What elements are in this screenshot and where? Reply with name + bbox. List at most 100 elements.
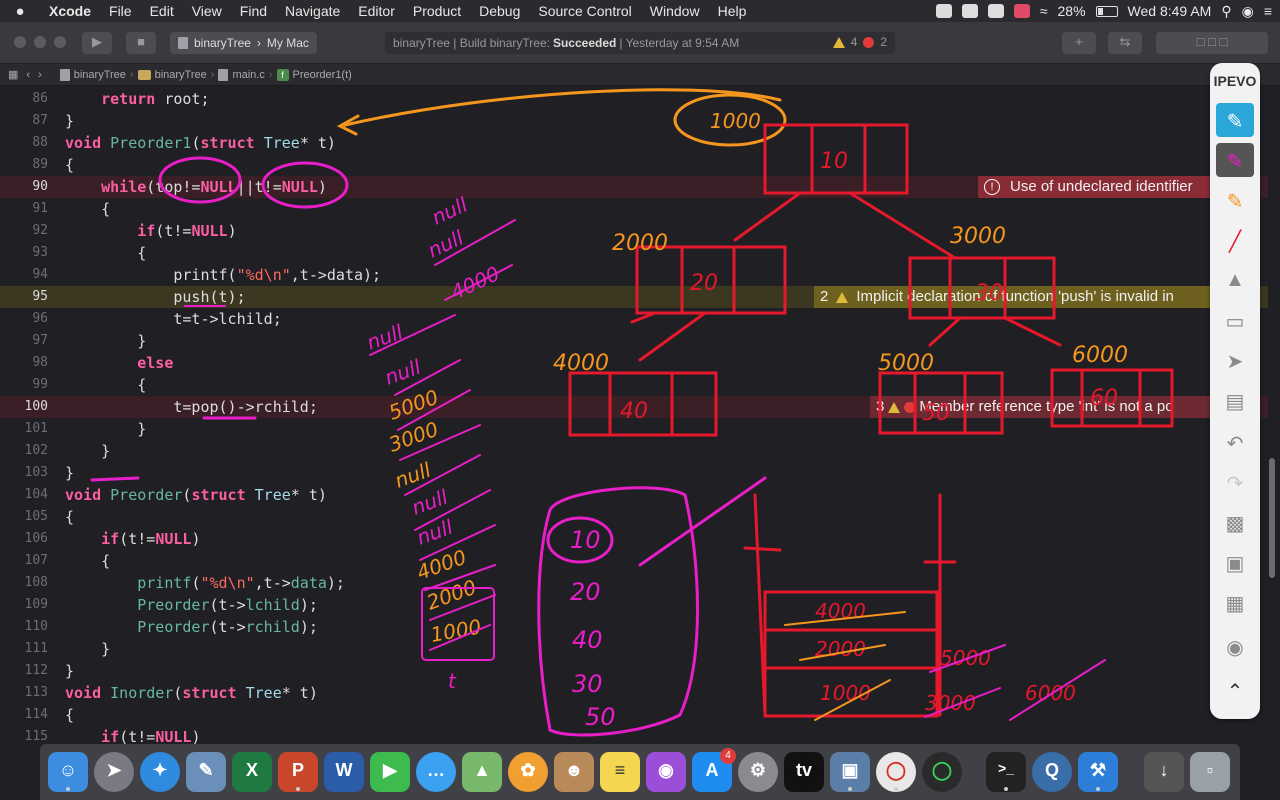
menu-find[interactable]: Find bbox=[231, 3, 276, 19]
dock-xcode[interactable]: ⚒ bbox=[1078, 752, 1118, 792]
code-line[interactable]: 91 { bbox=[0, 198, 1270, 220]
code-line[interactable]: 99 { bbox=[0, 374, 1270, 396]
dock-chrome[interactable]: ◯ bbox=[876, 752, 916, 792]
apple-menu-icon[interactable]: ● bbox=[0, 3, 40, 20]
highlighter-tool[interactable]: ✎ bbox=[1216, 183, 1254, 217]
source-editor[interactable]: 86 return root; 87} 88 void Preorder1(str… bbox=[0, 88, 1270, 744]
stamp-tool[interactable]: ▲ bbox=[1216, 263, 1254, 297]
editor-scrollbar[interactable] bbox=[1268, 88, 1276, 744]
menu-app-name[interactable]: Xcode bbox=[40, 3, 100, 19]
capture-button[interactable]: ▣ bbox=[1216, 545, 1254, 579]
dock-powerpoint[interactable]: P bbox=[278, 752, 318, 792]
dock-messages[interactable]: … bbox=[416, 752, 456, 792]
run-button[interactable]: ▶ bbox=[82, 32, 112, 54]
code-line[interactable]: 93 { bbox=[0, 242, 1270, 264]
wifi-icon[interactable]: ≈ bbox=[1040, 3, 1048, 19]
warning-icon[interactable] bbox=[832, 36, 845, 48]
dock-downloads[interactable]: ↓ bbox=[1144, 752, 1184, 792]
library-button[interactable]: + bbox=[1062, 32, 1096, 54]
siri-icon[interactable]: ◉ bbox=[1242, 3, 1254, 20]
region-button[interactable]: ▦ bbox=[1216, 585, 1254, 619]
code-line-warning[interactable]: 95 push(t); 2 Implicit declaration of fun… bbox=[0, 286, 1270, 308]
dock-photos[interactable]: ✿ bbox=[508, 752, 548, 792]
error-icon[interactable] bbox=[863, 36, 875, 48]
error-annotation[interactable]: ! Use of undeclared identifier bbox=[978, 176, 1210, 198]
code-line[interactable]: 111 } bbox=[0, 638, 1270, 660]
dock-activity[interactable]: ◯ bbox=[922, 752, 962, 792]
scrollbar-thumb[interactable] bbox=[1269, 458, 1275, 578]
code-line[interactable]: 104 void Preorder(struct Tree* t) bbox=[0, 484, 1270, 506]
warning-count[interactable]: 4 bbox=[851, 35, 858, 49]
breadcrumb-function[interactable]: f Preorder1(t) bbox=[273, 68, 356, 81]
dock-notes[interactable]: ≡ bbox=[600, 752, 640, 792]
dock-word[interactable]: W bbox=[324, 752, 364, 792]
scheme-selector[interactable]: binaryTree › My Mac bbox=[170, 32, 317, 54]
menu-help[interactable]: Help bbox=[709, 3, 756, 19]
collapse-button[interactable]: ⌃ bbox=[1216, 673, 1254, 707]
window-zoom-button[interactable] bbox=[54, 36, 66, 48]
marker-tool[interactable]: ✎ bbox=[1216, 143, 1254, 177]
menu-product[interactable]: Product bbox=[404, 3, 470, 19]
code-line[interactable]: 103} bbox=[0, 462, 1270, 484]
code-line[interactable]: 112} bbox=[0, 660, 1270, 682]
dock-safari[interactable]: ✦ bbox=[140, 752, 180, 792]
menu-editor[interactable]: Editor bbox=[349, 3, 404, 19]
code-line[interactable]: 109 Preorder(t->lchild); bbox=[0, 594, 1270, 616]
window-minimize-button[interactable] bbox=[34, 36, 46, 48]
dock-launchpad[interactable]: ➤ bbox=[94, 752, 134, 792]
stop-button[interactable]: ■ bbox=[126, 32, 156, 54]
redo-button[interactable]: ↷ bbox=[1216, 465, 1254, 499]
dock-excel[interactable]: X bbox=[232, 752, 272, 792]
code-line[interactable]: 114 { bbox=[0, 704, 1270, 726]
battery-icon[interactable] bbox=[1095, 5, 1118, 17]
menu-edit[interactable]: Edit bbox=[141, 3, 183, 19]
code-line[interactable]: 98 else bbox=[0, 352, 1270, 374]
menu-source-control[interactable]: Source Control bbox=[529, 3, 640, 19]
code-line[interactable]: 113 void Inorder(struct Tree* t) bbox=[0, 682, 1270, 704]
dock-podcasts[interactable]: ◉ bbox=[646, 752, 686, 792]
back-arrow-icon[interactable]: ‹ bbox=[22, 69, 34, 81]
spotlight-search-icon[interactable]: ⚲ bbox=[1221, 3, 1231, 20]
notification-center-icon[interactable]: ≡ bbox=[1264, 3, 1272, 19]
menu-file[interactable]: File bbox=[100, 3, 141, 19]
toolbox-tool[interactable]: ▤ bbox=[1216, 383, 1254, 417]
eraser-tool[interactable]: ▭ bbox=[1216, 303, 1254, 337]
code-review-button[interactable]: ⇆ bbox=[1108, 32, 1142, 54]
code-line[interactable]: 106 if(t!=NULL) bbox=[0, 528, 1270, 550]
error-annotation[interactable]: 3 Member reference type 'int' is not a po bbox=[870, 396, 1210, 418]
code-line[interactable]: 92 if(t!=NULL) bbox=[0, 220, 1270, 242]
code-line[interactable]: 94 printf("%d\n",t->data); bbox=[0, 264, 1270, 286]
code-line-error[interactable]: 100 t=pop()->rchild; 3 Member reference t… bbox=[0, 396, 1270, 418]
code-line[interactable]: 86 return root; bbox=[0, 88, 1270, 110]
record-icon[interactable] bbox=[935, 4, 952, 18]
code-line[interactable]: 88 void Preorder1(struct Tree* t) bbox=[0, 132, 1270, 154]
dock-system-preferences[interactable]: ⚙ bbox=[738, 752, 778, 792]
undo-button[interactable]: ↶ bbox=[1216, 425, 1254, 459]
code-line[interactable]: 105 { bbox=[0, 506, 1270, 528]
breadcrumb-file[interactable]: main.c bbox=[214, 68, 268, 81]
code-line[interactable]: 101 } bbox=[0, 418, 1270, 440]
dock-finder[interactable]: ☺ bbox=[48, 752, 88, 792]
code-line[interactable]: 107 { bbox=[0, 550, 1270, 572]
menu-debug[interactable]: Debug bbox=[470, 3, 529, 19]
pen-tool[interactable]: ╱ bbox=[1216, 223, 1254, 257]
dock-facetime[interactable]: ▶ bbox=[370, 752, 410, 792]
dock-app-store[interactable]: A4 bbox=[692, 748, 736, 792]
forward-arrow-icon[interactable]: › bbox=[34, 69, 46, 81]
clear-button[interactable]: ▩ bbox=[1216, 505, 1254, 539]
code-line[interactable]: 115 if(t!=NULL) bbox=[0, 726, 1270, 744]
warning-annotation[interactable]: 2 Implicit declaration of function 'push'… bbox=[814, 286, 1210, 308]
related-items-icon[interactable]: ▦ bbox=[0, 68, 22, 81]
dock-maps[interactable]: ▲ bbox=[462, 752, 502, 792]
code-line-error[interactable]: 90 while(top!=NULL||t!=NULL) ! Use of und… bbox=[0, 176, 1270, 198]
camera-status-icon[interactable] bbox=[987, 4, 1004, 18]
dock-quicktime[interactable]: Q bbox=[1032, 752, 1072, 792]
breadcrumb-project[interactable]: binaryTree bbox=[46, 68, 130, 81]
code-line[interactable]: 97 } bbox=[0, 330, 1270, 352]
dock-terminal[interactable]: >_ bbox=[986, 752, 1026, 792]
dock-contacts[interactable]: ☻ bbox=[554, 752, 594, 792]
screenshot-icon[interactable] bbox=[961, 4, 978, 18]
menu-view[interactable]: View bbox=[183, 3, 231, 19]
code-line[interactable]: 89 { bbox=[0, 154, 1270, 176]
panel-toggles[interactable]: □ □ □ bbox=[1156, 32, 1268, 54]
